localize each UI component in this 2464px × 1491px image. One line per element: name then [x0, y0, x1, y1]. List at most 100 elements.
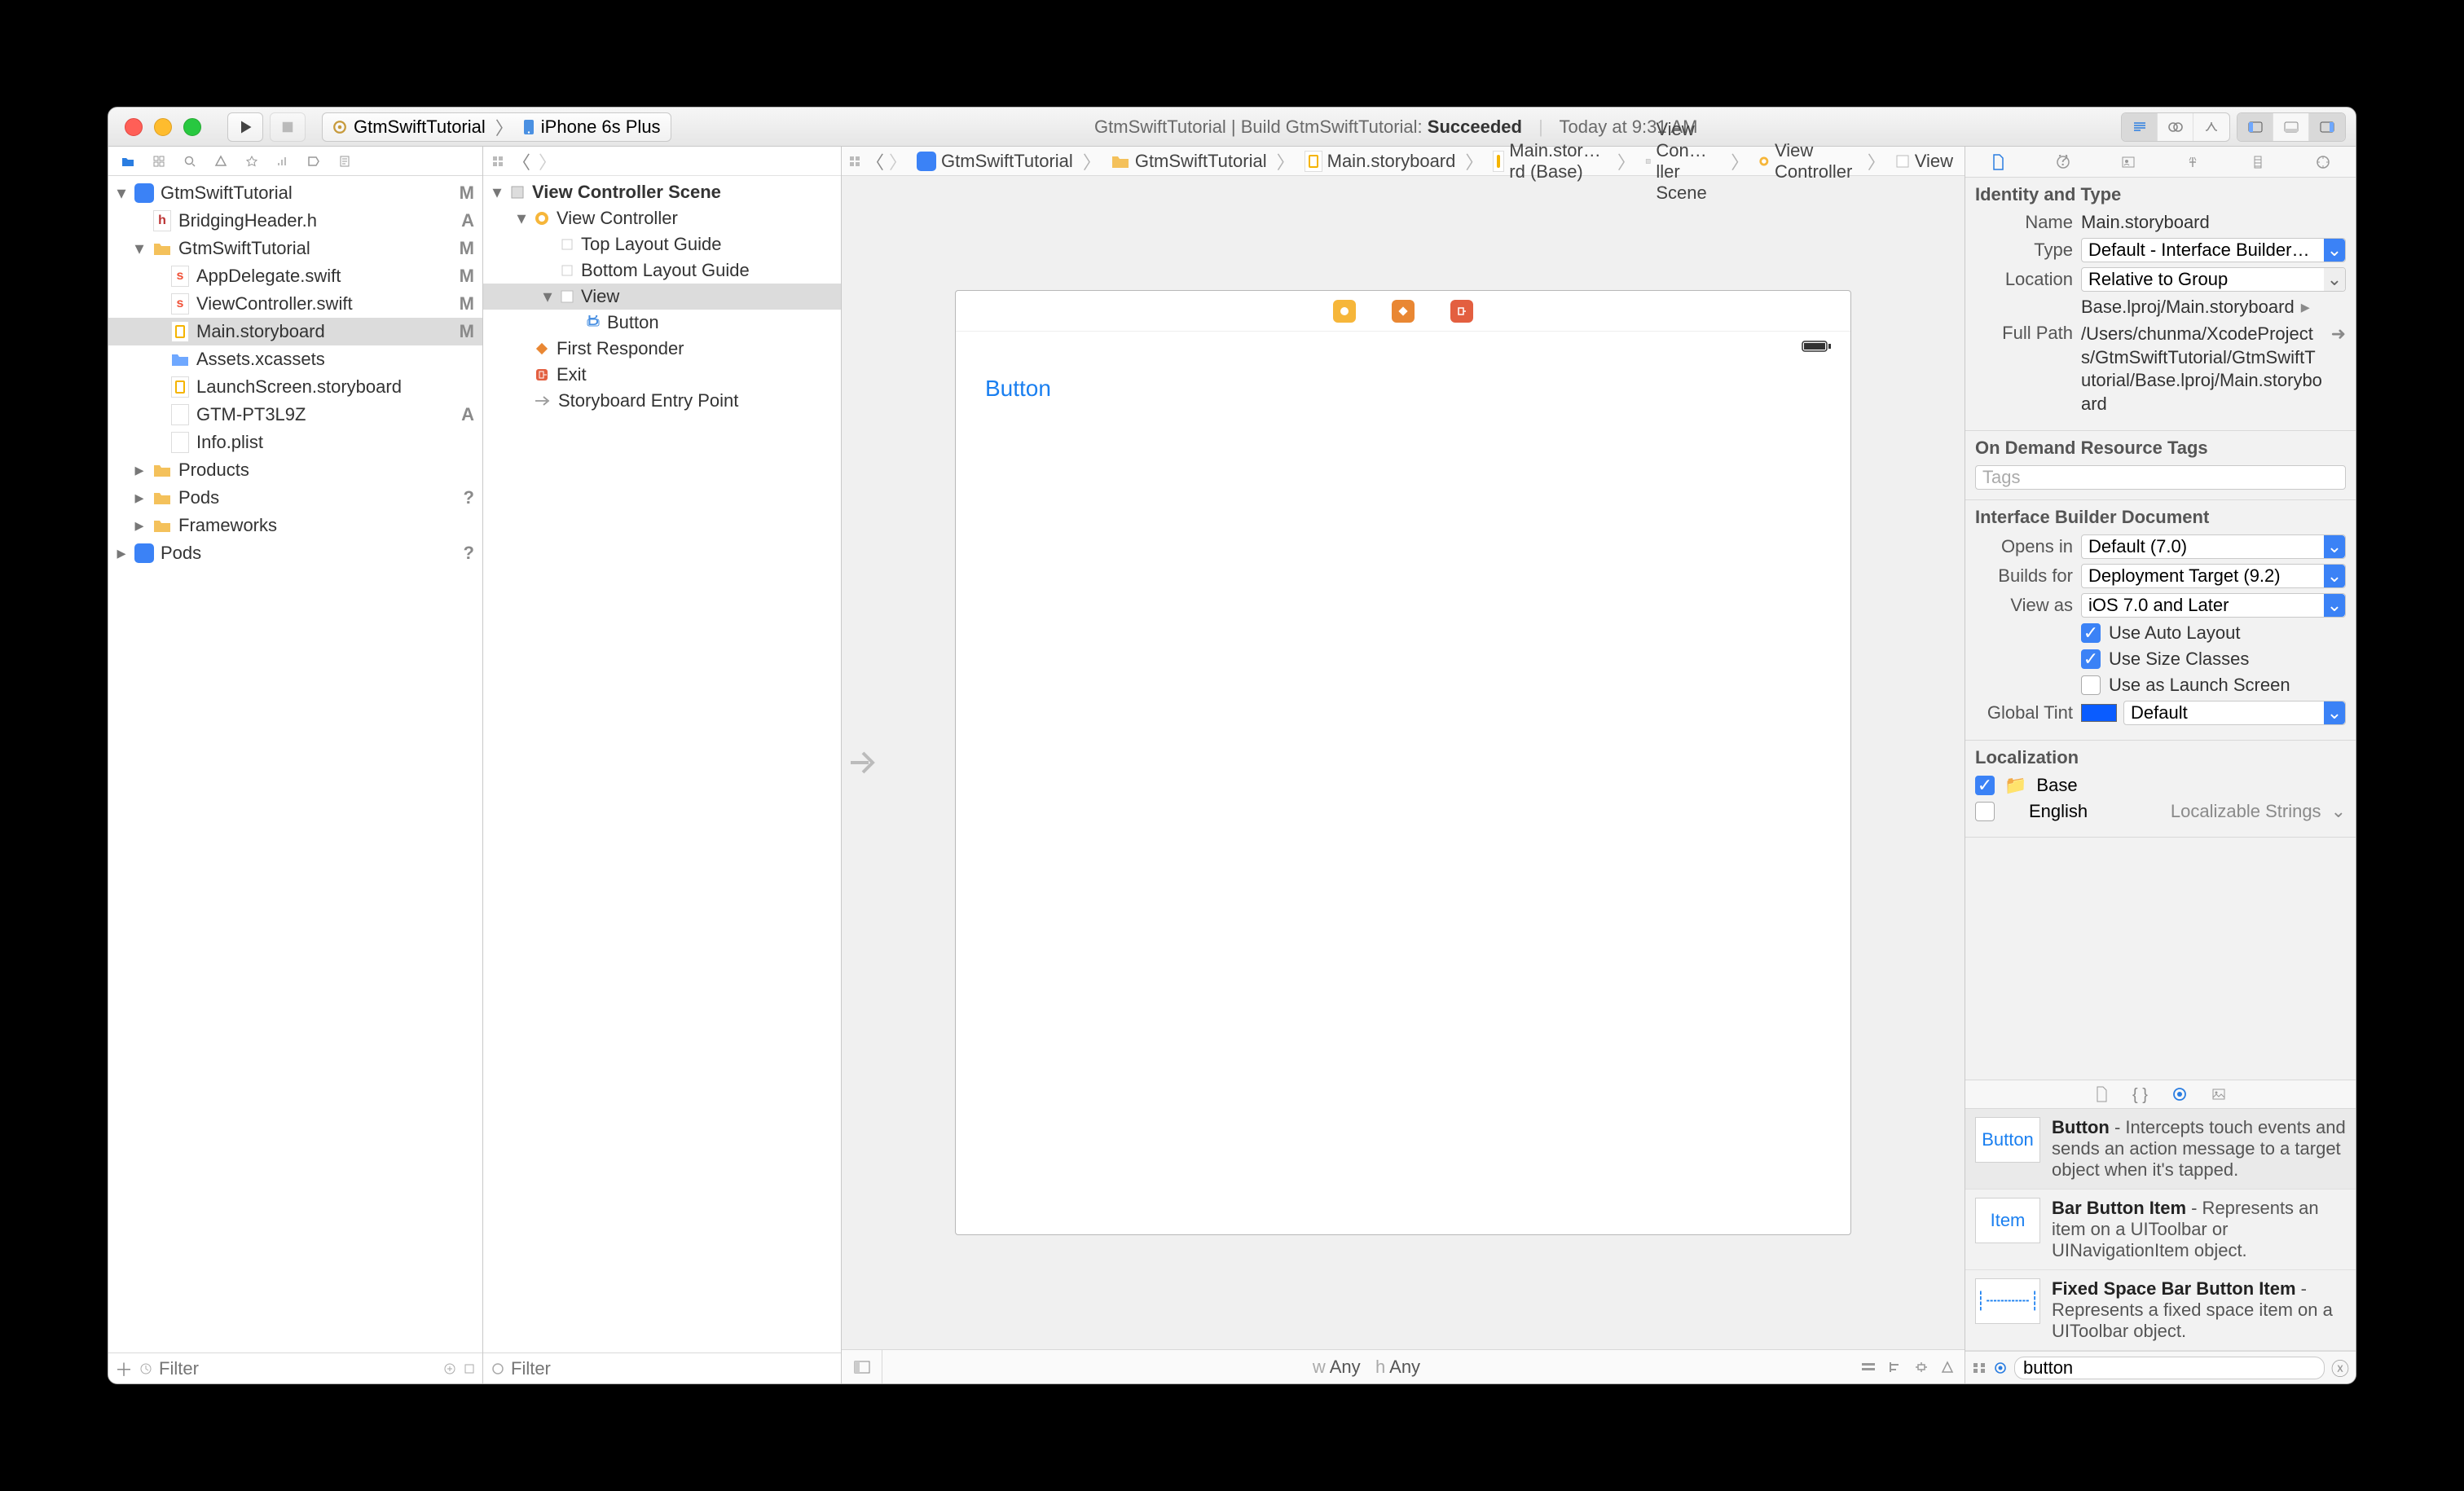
use-autolayout-checkbox[interactable]: ✓ [2081, 623, 2101, 643]
clear-search-icon[interactable]: ⓧ [2331, 1355, 2349, 1381]
outline-item[interactable]: Storyboard Entry Point [483, 388, 841, 414]
minimize-window-button[interactable] [154, 118, 172, 136]
disclosure-triangle-icon[interactable]: ▸ [115, 543, 128, 564]
navigator-item[interactable]: h BridgingHeader.h A [108, 207, 482, 235]
file-template-library-icon[interactable] [2095, 1086, 2108, 1102]
outline-item[interactable]: ▾ View [483, 284, 841, 310]
align-icon[interactable] [1888, 1361, 1903, 1374]
jump-bar-crumb[interactable]: GtmSwiftTutorial [912, 151, 1078, 172]
pin-icon[interactable] [1914, 1361, 1929, 1374]
related-items-icon[interactable] [491, 155, 504, 168]
attributes-inspector-icon[interactable] [2178, 150, 2207, 174]
resolve-issues-icon[interactable] [1940, 1361, 1955, 1374]
report-navigator-icon[interactable] [332, 150, 358, 173]
scm-filter-icon[interactable] [443, 1362, 456, 1375]
disclosure-triangle-icon[interactable]: ▸ [133, 515, 146, 536]
library-item[interactable]: ┊┄┄┄┄┊ Fixed Space Bar Button Item - Rep… [1965, 1270, 2356, 1351]
navigator-item[interactable]: ▸ Pods ? [108, 539, 482, 567]
navigator-filter-input[interactable] [159, 1358, 437, 1379]
add-icon[interactable]: ＋ [115, 1356, 133, 1382]
navigator-item[interactable]: ▸ Products [108, 456, 482, 484]
reveal-in-finder-icon[interactable]: ➜ [2331, 323, 2346, 416]
project-navigator-icon[interactable] [115, 150, 141, 173]
identity-inspector-icon[interactable] [2114, 150, 2143, 174]
recent-filter-icon[interactable] [139, 1362, 152, 1375]
ondemand-tags-input[interactable]: Tags [1975, 465, 2346, 490]
library-filter-scope-icon[interactable] [1993, 1361, 2008, 1375]
test-navigator-icon[interactable] [239, 150, 265, 173]
jump-back-icon[interactable]: 〈 [866, 148, 884, 174]
object-library-list[interactable]: Button Button - Intercepts touch events … [1965, 1109, 2356, 1351]
navigator-item[interactable]: ▾ GtmSwiftTutorial M [108, 179, 482, 207]
navigator-item[interactable]: ▾ GtmSwiftTutorial M [108, 235, 482, 262]
toggle-outline-icon[interactable] [842, 1350, 882, 1383]
localization-base-checkbox[interactable]: ✓ [1975, 776, 1995, 795]
jump-bar[interactable]: 〈 〉GtmSwiftTutorial〉GtmSwiftTutorial〉Mai… [842, 147, 1965, 176]
localization-type-arrows-icon[interactable]: ⌄ [2331, 801, 2346, 822]
standard-editor-icon[interactable] [2122, 113, 2158, 141]
disclosure-triangle-icon[interactable]: ▾ [516, 208, 527, 229]
stack-icon[interactable] [1860, 1361, 1877, 1374]
sourcecontrol-filter-icon[interactable] [463, 1362, 476, 1375]
outline-item[interactable]: Bottom Layout Guide [483, 257, 841, 284]
opens-in-select[interactable]: Default (7.0)⌄ [2081, 534, 2346, 559]
scene-view-controller[interactable]: Button [955, 290, 1851, 1235]
scene-dock-responder-icon[interactable] [1392, 300, 1415, 323]
disclosure-triangle-icon[interactable]: ▸ [133, 487, 146, 508]
file-type-select[interactable]: Default - Interface Builder…⌄ [2081, 238, 2346, 262]
disclosure-triangle-icon[interactable]: ▸ [133, 460, 146, 481]
localization-english-checkbox[interactable] [1975, 802, 1995, 821]
back-icon[interactable]: 〈 [513, 148, 530, 174]
jump-bar-crumb[interactable]: GtmSwiftTutorial [1106, 151, 1272, 172]
root-view[interactable]: Button [956, 361, 1850, 1234]
builds-for-select[interactable]: Deployment Target (9.2)⌄ [2081, 564, 2346, 588]
navigator-item[interactable]: LaunchScreen.storyboard [108, 373, 482, 401]
run-button[interactable] [227, 112, 263, 142]
choose-location-icon[interactable]: ▸ [2301, 297, 2310, 318]
disclosure-triangle-icon[interactable]: ▾ [115, 183, 128, 204]
editor-mode-segmented[interactable] [2121, 112, 2230, 142]
outline-item[interactable]: B Button [483, 310, 841, 336]
location-select[interactable]: Relative to Group⌄ [2081, 267, 2346, 292]
toggle-inspector-icon[interactable] [2309, 113, 2345, 141]
issue-navigator-icon[interactable] [208, 150, 234, 173]
object-library-icon[interactable] [2172, 1087, 2187, 1102]
outline-item[interactable]: ▾ View Controller [483, 205, 841, 231]
navigator-item[interactable]: ▸ Frameworks [108, 512, 482, 539]
navigator-item[interactable]: Assets.xcassets [108, 345, 482, 373]
library-search-input[interactable] [2014, 1357, 2325, 1379]
stop-button[interactable] [270, 112, 306, 142]
document-outline-tree[interactable]: ▾ View Controller Scene▾ View Controller… [483, 176, 841, 1352]
scene-dock-vc-icon[interactable] [1333, 300, 1356, 323]
outline-filter-input[interactable] [511, 1358, 833, 1379]
symbol-navigator-icon[interactable] [146, 150, 172, 173]
jump-forward-icon[interactable]: 〉 [889, 148, 907, 174]
related-items-icon[interactable] [848, 155, 861, 168]
media-library-icon[interactable] [2211, 1088, 2226, 1101]
use-size-classes-checkbox[interactable]: ✓ [2081, 649, 2101, 669]
global-tint-swatch[interactable] [2081, 704, 2117, 722]
code-snippet-library-icon[interactable]: { } [2132, 1084, 2148, 1105]
library-item[interactable]: Item Bar Button Item - Represents an ite… [1965, 1190, 2356, 1270]
navigator-item[interactable]: Info.plist [108, 429, 482, 456]
use-launch-screen-checkbox[interactable] [2081, 675, 2101, 695]
size-inspector-icon[interactable] [2243, 150, 2273, 174]
scene-dock-exit-icon[interactable] [1450, 300, 1473, 323]
find-navigator-icon[interactable] [177, 150, 203, 173]
toggle-navigator-icon[interactable] [2237, 113, 2273, 141]
navigator-item[interactable]: Main.storyboard M [108, 318, 482, 345]
close-window-button[interactable] [125, 118, 143, 136]
jump-bar-crumb[interactable]: View [1890, 151, 1958, 172]
canvas-ui-button[interactable]: Button [985, 376, 1051, 401]
project-navigator-tree[interactable]: ▾ GtmSwiftTutorial M h BridgingHeader.h … [108, 176, 482, 1352]
forward-icon[interactable]: 〉 [539, 148, 557, 174]
outline-item[interactable]: ▾ View Controller Scene [483, 179, 841, 205]
panel-visibility-segmented[interactable] [2237, 112, 2346, 142]
assistant-editor-icon[interactable] [2158, 113, 2193, 141]
outline-filter-icon[interactable] [491, 1362, 504, 1375]
library-item[interactable]: Button Button - Intercepts touch events … [1965, 1109, 2356, 1190]
navigator-item[interactable]: s ViewController.swift M [108, 290, 482, 318]
toggle-debug-icon[interactable] [2273, 113, 2309, 141]
disclosure-triangle-icon[interactable]: ▾ [133, 238, 146, 259]
navigator-item[interactable]: s AppDelegate.swift M [108, 262, 482, 290]
